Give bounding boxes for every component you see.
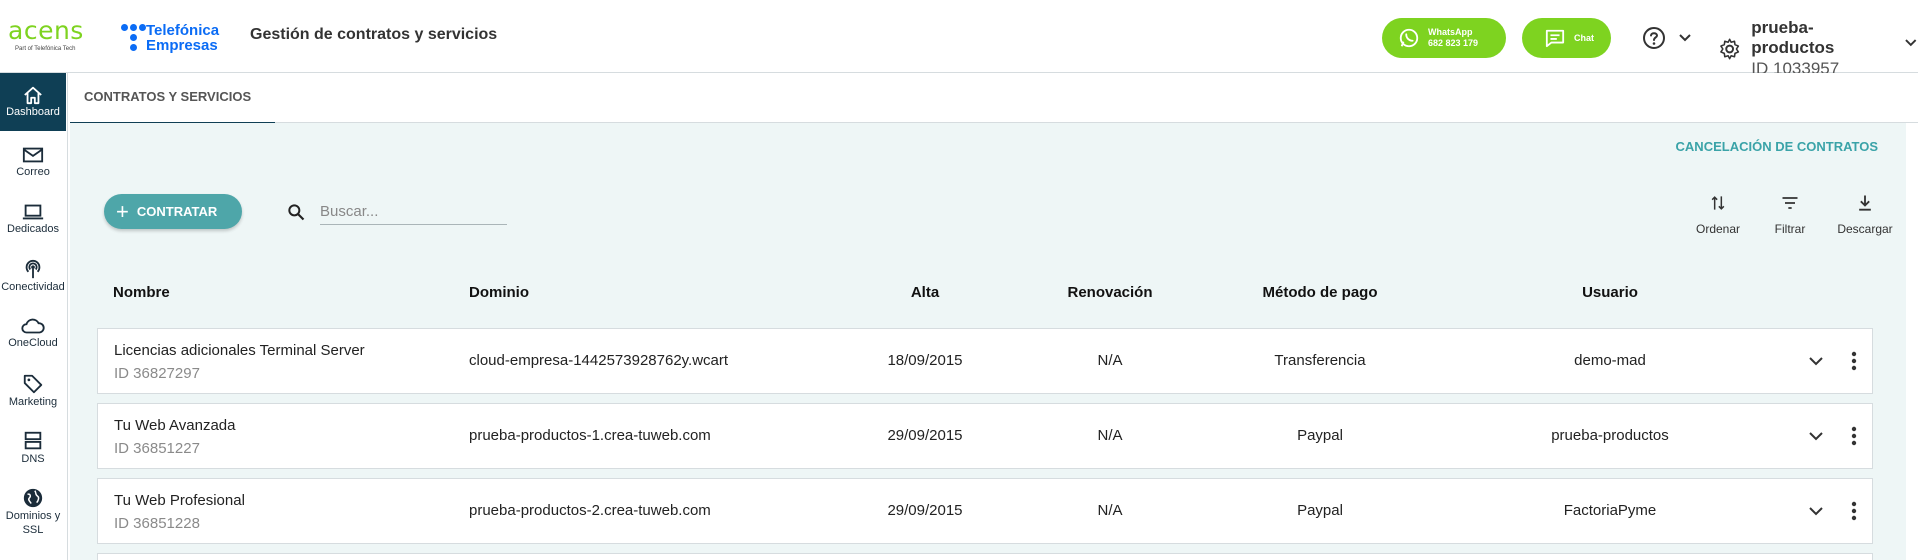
chat-button[interactable]: Chat <box>1522 18 1611 58</box>
laptop-icon <box>22 204 44 220</box>
download-button[interactable]: Descargar <box>1830 193 1900 236</box>
table-row[interactable]: Licencias adicionales Terminal Server ID… <box>97 328 1873 394</box>
column-header-usuario[interactable]: Usuario <box>1500 284 1720 301</box>
sort-label: Ordenar <box>1695 222 1741 236</box>
contract-name: Tu Web Avanzada <box>114 417 236 434</box>
plus-icon: + <box>116 198 129 224</box>
help-menu[interactable] <box>1642 26 1692 50</box>
acens-logo[interactable]: acens Part of Telefónica Tech <box>8 18 90 56</box>
table-row[interactable] <box>97 553 1873 560</box>
contract-renovacion: N/A <box>1097 502 1123 519</box>
contract-renovacion: N/A <box>1097 352 1123 369</box>
contract-id: ID 36851227 <box>114 440 200 457</box>
sidebar-item-dns[interactable]: DNS <box>0 430 66 480</box>
tag-icon <box>23 374 43 394</box>
column-header-renovacion[interactable]: Renovación <box>1030 284 1190 301</box>
more-options-icon[interactable] <box>1836 491 1872 531</box>
contract-renovacion: N/A <box>1097 427 1123 444</box>
app-title: Gestión de contratos y servicios <box>250 26 498 43</box>
filter-button[interactable]: Filtrar <box>1762 193 1818 236</box>
sort-icon <box>1711 196 1725 210</box>
more-options-icon[interactable] <box>1836 341 1872 381</box>
tab-contratos-servicios[interactable]: CONTRATOS Y SERVICIOS <box>70 73 276 124</box>
search-box <box>286 199 507 225</box>
contract-usuario: prueba-productos <box>1551 427 1669 444</box>
tab-bar: CONTRATOS Y SERVICIOS <box>70 73 1918 124</box>
sidebar-item-correo[interactable]: Correo <box>0 145 66 195</box>
acens-tagline: Part of Telefónica Tech <box>15 46 76 52</box>
contract-pago: Transferencia <box>1274 352 1366 369</box>
search-icon <box>288 204 305 221</box>
contract-pago: Paypal <box>1297 427 1343 444</box>
filter-label: Filtrar <box>1774 222 1806 236</box>
expand-chevron-icon[interactable] <box>1796 416 1836 456</box>
contract-domain: cloud-empresa-1442573928762y.wcart <box>469 352 729 369</box>
contract-alta: 29/09/2015 <box>887 502 963 519</box>
globe-icon <box>23 488 43 508</box>
chat-label: Chat <box>1574 32 1594 43</box>
sort-button[interactable]: Ordenar <box>1690 193 1746 236</box>
cancel-contracts-link[interactable]: CANCELACIÓN DE CONTRATOS <box>1676 139 1878 154</box>
chat-icon <box>1545 29 1565 48</box>
signal-icon <box>25 260 41 279</box>
sidebar-item-dashboard[interactable]: Dashboard <box>0 73 66 131</box>
contract-domain: prueba-productos-2.crea-tuweb.com <box>469 502 711 519</box>
sidebar-item-dominios-ssl[interactable]: Dominios y SSL <box>0 487 66 551</box>
acens-wordmark: acens <box>8 16 84 45</box>
account-name: prueba-productos <box>1751 18 1835 57</box>
contratar-button[interactable]: + CONTRATAR <box>104 194 242 229</box>
download-icon <box>1859 195 1871 211</box>
more-options-icon[interactable] <box>1836 416 1872 456</box>
filter-icon <box>1782 197 1798 209</box>
search-input[interactable] <box>320 199 507 225</box>
whatsapp-button[interactable]: WhatsApp 682 823 179 <box>1382 18 1506 58</box>
contract-pago: Paypal <box>1297 502 1343 519</box>
chevron-down-icon <box>1905 39 1917 47</box>
download-label: Descargar <box>1837 222 1893 236</box>
sidebar-item-dedicados[interactable]: Dedicados <box>0 202 66 252</box>
contract-alta: 18/09/2015 <box>887 352 963 369</box>
table-row[interactable]: Tu Web Profesional ID 36851228 prueba-pr… <box>97 478 1873 544</box>
cloud-icon <box>21 318 45 334</box>
column-header-metodo-pago[interactable]: Método de pago <box>1220 284 1420 301</box>
column-header-dominio[interactable]: Dominio <box>469 284 529 301</box>
telefonica-dots-icon <box>118 22 146 54</box>
home-icon <box>24 86 42 105</box>
whatsapp-number: 682 823 179 <box>1428 38 1479 48</box>
contract-name: Tu Web Profesional <box>114 492 245 509</box>
chevron-down-icon <box>1679 34 1691 42</box>
contratar-label: CONTRATAR <box>136 204 218 219</box>
whatsapp-icon <box>1399 28 1419 48</box>
main-content: CANCELACIÓN DE CONTRATOS + CONTRATAR Ord… <box>70 123 1918 560</box>
mail-icon <box>22 147 44 163</box>
sidebar-item-onecloud[interactable]: OneCloud <box>0 316 66 366</box>
sidebar-item-marketing[interactable]: Marketing <box>0 373 66 423</box>
expand-chevron-icon[interactable] <box>1796 491 1836 531</box>
contract-usuario: FactoriaPyme <box>1563 502 1657 519</box>
table-row[interactable]: Tu Web Avanzada ID 36851227 prueba-produ… <box>97 403 1873 469</box>
whatsapp-label: WhatsApp <box>1428 27 1473 37</box>
contract-id: ID 36851228 <box>114 515 200 532</box>
column-header-nombre[interactable]: Nombre <box>113 284 170 301</box>
server-icon <box>24 431 42 450</box>
contract-id: ID 36827297 <box>114 365 200 382</box>
scrollbar[interactable] <box>1906 123 1918 560</box>
sidebar: Dashboard Correo Dedicados Conectividad … <box>0 73 68 560</box>
telefonica-logo: Telefónica Empresas <box>118 22 219 54</box>
contract-alta: 29/09/2015 <box>887 427 963 444</box>
help-icon <box>1643 27 1665 49</box>
expand-chevron-icon[interactable] <box>1796 341 1836 381</box>
sidebar-item-conectividad[interactable]: Conectividad <box>0 258 66 312</box>
contract-domain: prueba-productos-1.crea-tuweb.com <box>469 427 711 444</box>
column-header-alta[interactable]: Alta <box>850 284 1000 301</box>
contract-name: Licencias adicionales Terminal Server <box>114 342 365 359</box>
contract-usuario: demo-mad <box>1574 352 1646 369</box>
gear-icon <box>1720 38 1740 60</box>
telefonica-wordmark: Telefónica Empresas <box>146 22 220 54</box>
account-menu[interactable]: prueba-productos ID 1033957 <box>1718 18 1918 80</box>
top-header: acens Part of Telefónica Tech Telefónica… <box>0 0 1918 78</box>
